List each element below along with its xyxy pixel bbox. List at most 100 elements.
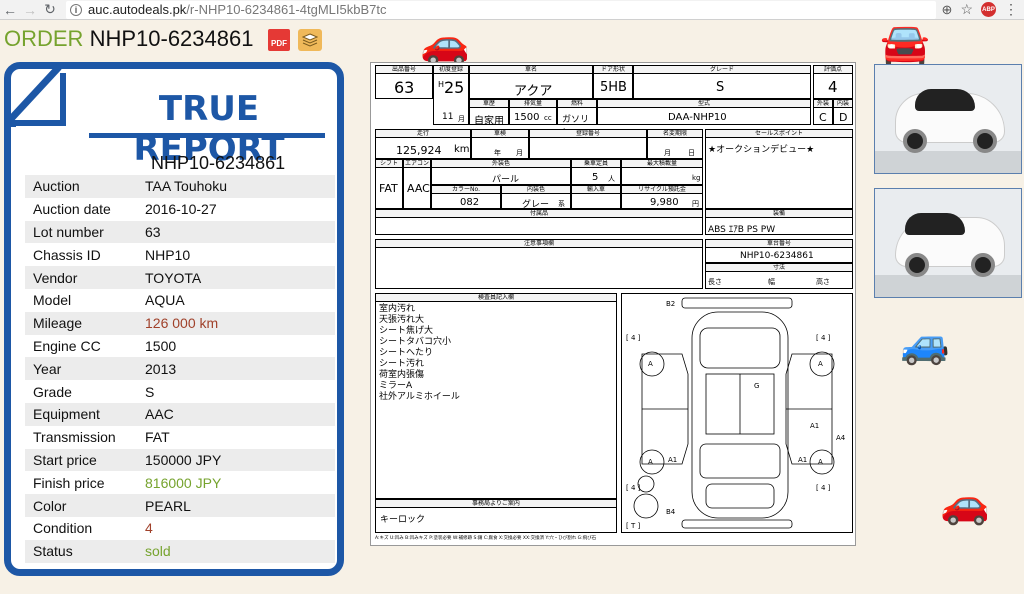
chassis-number-header: 車台番号 — [706, 240, 852, 248]
air-conditioner-cell: エアコン AAC — [403, 159, 431, 209]
color-number-cell: カラーNo. 082 — [431, 185, 501, 209]
background-car-doodle: 🚗 — [940, 482, 990, 526]
spec-row: Status sold — [25, 539, 335, 563]
accessories-cell: 付属品 — [375, 209, 703, 235]
transfer-month-unit: 月 — [664, 149, 671, 157]
dimensions-cell: 寸法 長さ 幅 高さ — [705, 263, 853, 289]
exterior-color-header: 外装色 — [432, 160, 570, 168]
spec-value: S — [145, 383, 155, 400]
forward-icon[interactable]: → — [20, 0, 40, 20]
sales-point-value: ★オークションデビュー★ — [708, 145, 815, 155]
transfer-deadline-header: 名変期限 — [648, 130, 702, 138]
damage-code-legend: A:キズ U:凹み B:凹みキズ P:塗装必要 W:補修跡 S:錆 C:腐食 X… — [375, 536, 597, 541]
spec-value: 150000 JPY — [145, 451, 222, 468]
accessories-header: 付属品 — [376, 210, 702, 218]
car-name-header: 車名 — [470, 66, 592, 74]
spec-row: Transmission FAT — [25, 426, 335, 449]
registration-number-header: 登録番号 — [530, 130, 646, 138]
import-car-cell: 輸入車 — [571, 185, 621, 209]
spec-value: NHP10 — [145, 246, 191, 263]
interior-grade-cell: 内装 D — [833, 99, 853, 125]
photo-car-windshield — [915, 89, 975, 111]
exterior-grade-cell: 外装 C — [813, 99, 833, 125]
car-photo-rear[interactable] — [874, 188, 1022, 298]
pdf-download-icon[interactable]: PDF — [268, 29, 290, 51]
engine-cc-header: 排気量 — [510, 100, 556, 108]
car-photo-front[interactable] — [874, 64, 1022, 174]
model-code-value: DAA-NHP10 — [668, 112, 727, 123]
menu-icon[interactable]: ⋮ — [1004, 1, 1018, 18]
info-icon[interactable]: i — [70, 3, 82, 16]
height-label: 高さ — [816, 278, 830, 286]
office-notes-cell: 事務局よりご案内 キーロック — [375, 499, 617, 533]
bookmark-star-icon[interactable]: ☆ — [960, 1, 973, 18]
zoom-icon[interactable]: ⊕ — [942, 2, 953, 18]
inspector-note: シート汚れ — [379, 359, 425, 369]
spec-row: Chassis ID NHP10 — [25, 243, 335, 266]
seating-capacity-cell: 乗車定員 5 人 — [571, 159, 621, 185]
reload-icon[interactable]: ↻ — [40, 0, 60, 20]
grade-cell: グレード S — [633, 65, 811, 99]
transfer-day-unit: 日 — [688, 149, 695, 157]
address-bar[interactable]: i auc.autodeals.pk/r-NHP10-6234861-4tgML… — [66, 0, 936, 19]
equipment-header: 装備 — [706, 210, 852, 218]
damage-marker-a: A — [818, 458, 823, 466]
shift-cell: シフト FAT — [375, 159, 403, 209]
inspector-note: シート焦げ大 — [379, 326, 434, 336]
registration-cell: 初度登録 H 25 11 月 — [433, 65, 469, 125]
photo-ground — [875, 275, 1021, 297]
spec-row: Grade S — [25, 380, 335, 403]
seating-capacity-header: 乗車定員 — [572, 160, 620, 168]
layers-icon[interactable] — [298, 29, 322, 51]
registration-number-cell: 登録番号 — [529, 129, 647, 159]
door-cell: ドア形状 5HB — [593, 65, 633, 99]
tyre-depth-front-left: [ 4 ] — [626, 334, 641, 342]
background-car-doodle: 🚗 — [420, 22, 470, 66]
width-label: 幅 — [768, 278, 775, 286]
spec-row: Auction date 2016-10-27 — [25, 198, 335, 221]
model-code-cell: 型式 DAA-NHP10 — [597, 99, 811, 125]
mileage-header: 走行 — [376, 130, 470, 138]
spec-value: 4 — [145, 520, 153, 537]
back-icon[interactable]: ← — [0, 0, 20, 20]
max-load-header: 最大積載量 — [622, 160, 702, 168]
adblock-icon[interactable]: ABP — [981, 2, 996, 17]
spec-key: Auction — [33, 178, 80, 195]
auction-sheet-image[interactable]: 出品番号 63 初度登録 H 25 11 月 車名 アクア ドア形状 5HB グ… — [370, 62, 856, 546]
auction-sheet: 出品番号 63 初度登録 H 25 11 月 車名 アクア ドア形状 5HB グ… — [375, 65, 853, 543]
order-heading: ORDER NHP10-6234861 — [4, 26, 253, 52]
spec-row: Engine CC 1500 — [25, 335, 335, 358]
damage-marker-a: A — [648, 458, 653, 466]
inspection-cell: 車検 年 月 — [471, 129, 529, 159]
spec-row: Color PEARL — [25, 494, 335, 517]
exterior-color-cell: 外装色 パール — [431, 159, 571, 185]
chassis-number-cell: 車台番号 NHP10-6234861 — [705, 239, 853, 263]
spec-key: Auction date — [33, 201, 111, 218]
car-name-value: アクア — [514, 84, 553, 99]
background-car-doodle: 🚙 — [900, 322, 950, 366]
damage-marker-a1: A1 — [668, 456, 678, 464]
order-label: ORDER — [4, 26, 84, 51]
door-header: ドア形状 — [594, 66, 632, 74]
spec-row: Lot number 63 — [25, 220, 335, 244]
spec-value: PEARL — [145, 497, 191, 514]
seating-capacity-value: 5 — [592, 172, 599, 183]
seating-capacity-unit: 人 — [608, 175, 615, 183]
damage-marker-a: A — [818, 360, 823, 368]
spec-key: Model — [33, 292, 72, 309]
car-outline-diagram — [633, 297, 835, 529]
mileage-value: 125,924 — [396, 144, 442, 157]
color-number-value: 082 — [460, 197, 480, 208]
spec-value: 2013 — [145, 360, 177, 377]
spare-tyre-marker: [ T ] — [626, 522, 641, 530]
fuel-header: 燃料 — [558, 100, 596, 108]
engine-cc-cell: 排気量 1500 cc — [509, 99, 557, 125]
inspector-note: 天張汚れ大 — [379, 315, 425, 325]
order-number: NHP10-6234861 — [89, 26, 254, 51]
notes-cell: 注意事項欄 — [375, 239, 703, 289]
damage-diagram: B2 [ 4 ] [ 4 ] A A G A1 A4 A A1 A1 A [ 4… — [621, 293, 853, 533]
spec-row: Vendor TOYOTA — [25, 266, 335, 289]
spec-value: 63 — [145, 223, 161, 240]
tyre-depth-rear-left: [ 4 ] — [626, 484, 641, 492]
interior-grade-value: D — [839, 111, 848, 124]
